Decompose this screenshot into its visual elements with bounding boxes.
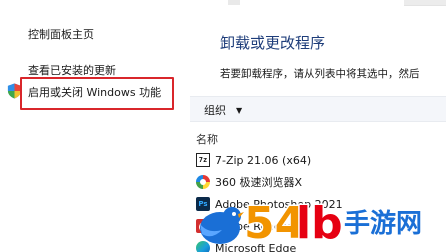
svg-text:手游网: 手游网 (344, 209, 422, 239)
7zip-icon: 7z (196, 153, 210, 167)
control-panel-sidebar: 控制面板主页 查看已安装的更新 启用或关闭 Windows 功能 (0, 0, 190, 252)
360-browser-icon (196, 175, 210, 189)
control-panel-home-link[interactable]: 控制面板主页 (28, 26, 94, 42)
chevron-down-icon: ▼ (236, 106, 243, 115)
toolbar: 组织 ▼ (190, 96, 446, 122)
program-name: 7-Zip 21.06 (x64) (215, 153, 312, 167)
organize-button[interactable]: 组织 ▼ (204, 102, 242, 118)
organize-label: 组织 (204, 104, 226, 117)
highlight-annotation-box (20, 77, 174, 110)
view-installed-updates-link[interactable]: 查看已安装的更新 (28, 62, 116, 78)
watermark-logo: 54 lb 手游网 (243, 197, 424, 251)
svg-text:lb: lb (296, 198, 343, 249)
uninstall-instructions: 若要卸载程序，请从列表中将其选中，然后 (220, 68, 420, 80)
list-item[interactable]: 7z 7-Zip 21.06 (x64) (196, 149, 446, 171)
program-name: 360 极速浏览器X (215, 176, 303, 189)
page-title: 卸载或更改程序 (220, 34, 326, 52)
column-header-name[interactable]: 名称 (196, 131, 218, 147)
watermark-bird-icon (200, 207, 244, 244)
